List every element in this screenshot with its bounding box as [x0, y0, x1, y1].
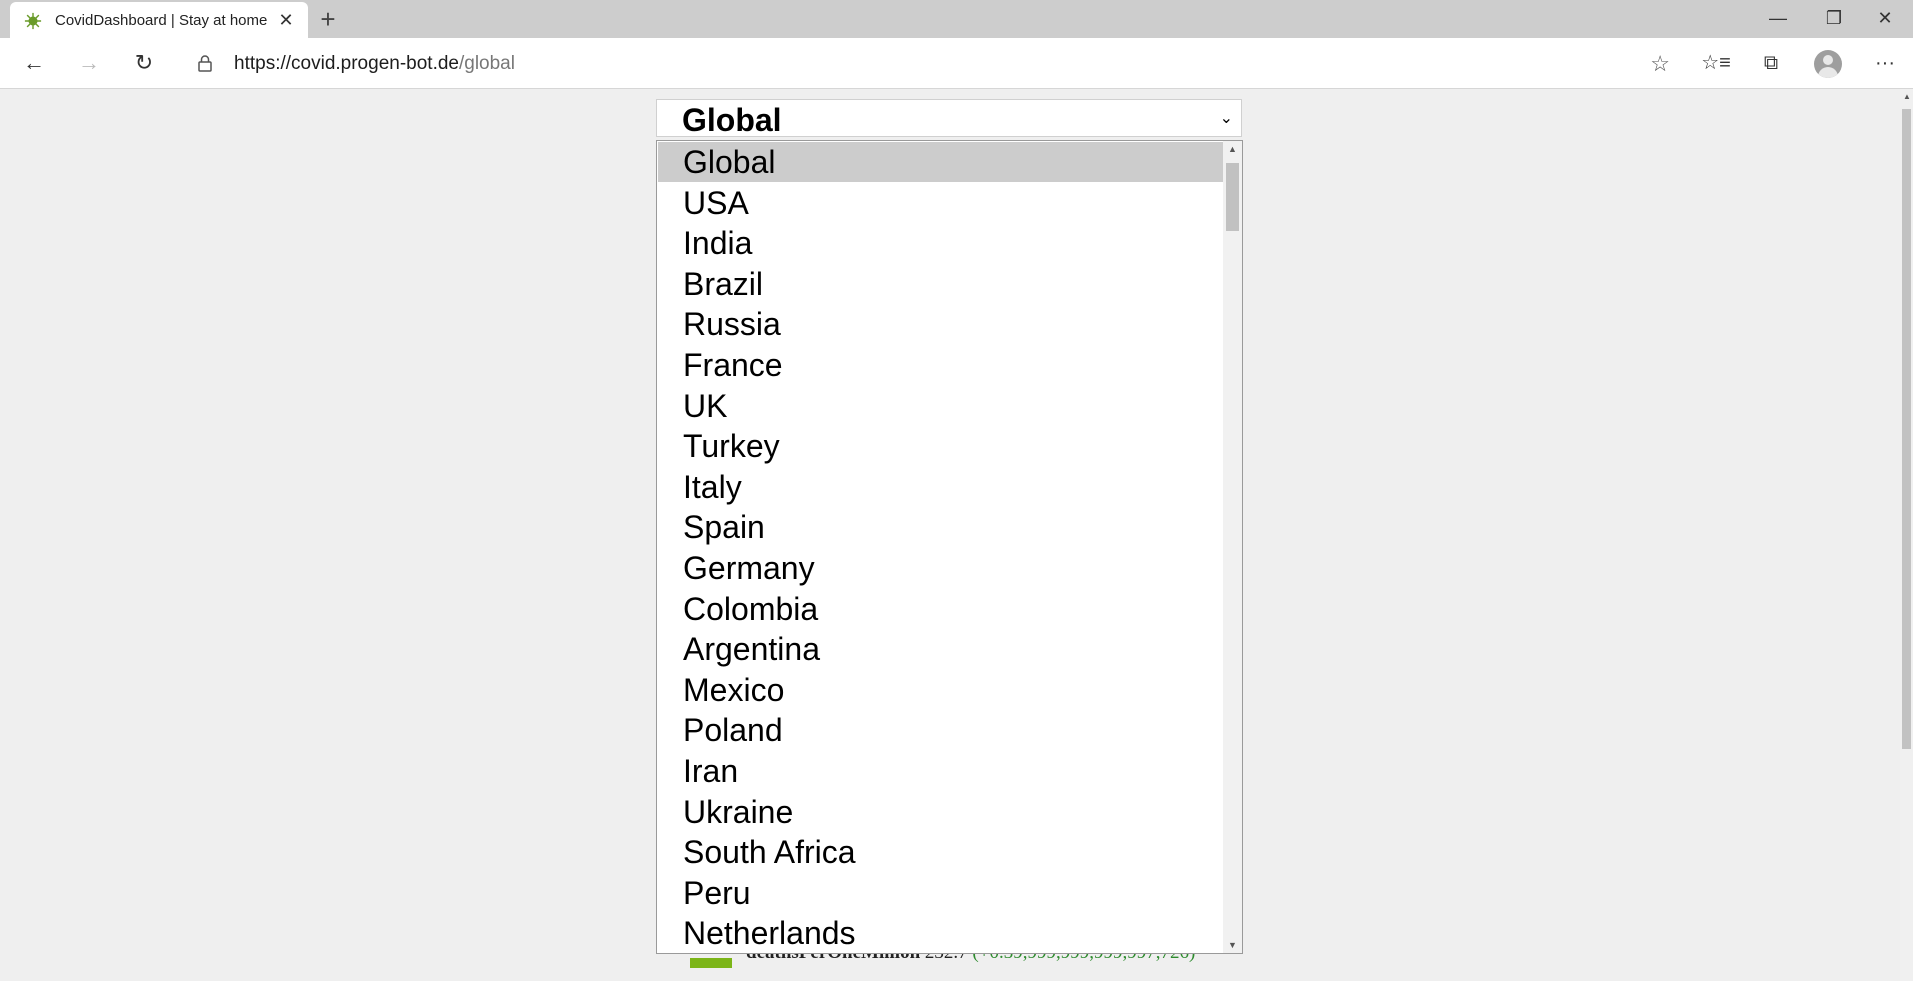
profile-icon[interactable] — [1814, 50, 1842, 78]
star-icon[interactable]: ☆ — [1650, 51, 1670, 77]
country-option[interactable]: Netherlands — [658, 913, 1223, 953]
more-icon[interactable]: ··· — [1870, 48, 1900, 78]
refresh-icon[interactable]: ↻ — [128, 47, 160, 79]
address-bar[interactable]: https://covid.progen-bot.de/global ☆ — [180, 45, 1680, 81]
minimize-icon[interactable]: — — [1750, 0, 1806, 38]
scroll-down-icon[interactable]: ▼ — [1228, 940, 1237, 950]
url-path: /global — [458, 53, 515, 74]
country-option[interactable]: Peru — [658, 873, 1223, 913]
country-option[interactable]: Global — [658, 142, 1223, 182]
country-option[interactable]: Poland — [658, 710, 1223, 750]
collections-icon[interactable]: ⧉ — [1756, 48, 1786, 78]
country-option[interactable]: Spain — [658, 507, 1223, 547]
stat-icon — [690, 958, 732, 968]
country-select[interactable]: Global ⌄ — [656, 99, 1242, 138]
country-option[interactable]: UK — [658, 386, 1223, 426]
country-option[interactable]: Italy — [658, 467, 1223, 507]
country-option[interactable]: USA — [658, 183, 1223, 223]
url-text: https://covid.progen-bot.de/global — [234, 53, 515, 75]
window-close-icon[interactable]: ✕ — [1857, 0, 1913, 38]
country-dropdown-list[interactable]: Global USA India Brazil Russia France UK Turkey… — [656, 140, 1243, 954]
back-arrow-icon[interactable]: ← — [18, 47, 50, 79]
country-option[interactable]: Colombia — [658, 589, 1223, 629]
dropdown-scroll-thumb[interactable] — [1226, 163, 1239, 231]
browser-tab[interactable]: CovidDashboard | Stay at home ✕ — [10, 2, 308, 38]
plus-icon[interactable]: + — [314, 6, 342, 34]
virus-favicon-icon — [24, 12, 42, 30]
country-option[interactable]: Argentina — [658, 629, 1223, 669]
scroll-up-icon[interactable]: ▲ — [1903, 92, 1911, 101]
url-host: https://covid.progen-bot.de — [234, 53, 459, 74]
page-scroll-thumb[interactable] — [1902, 109, 1911, 749]
browser-toolbar: ← → ↻ https://covid.progen-bot.de/global… — [0, 38, 1913, 89]
restore-icon[interactable]: ❐ — [1806, 0, 1862, 38]
forward-arrow-icon[interactable]: → — [73, 47, 105, 79]
country-option[interactable]: France — [658, 345, 1223, 385]
browser-tab-bar: CovidDashboard | Stay at home ✕ + — ❐ ✕ — [0, 0, 1913, 38]
country-option[interactable]: Turkey — [658, 426, 1223, 466]
chevron-down-icon[interactable]: ⌄ — [1220, 108, 1233, 128]
scroll-up-icon[interactable]: ▲ — [1228, 144, 1237, 154]
country-option[interactable]: Russia — [658, 304, 1223, 344]
country-option[interactable]: Mexico — [658, 670, 1223, 710]
country-option[interactable]: India — [658, 223, 1223, 263]
country-option[interactable]: Ukraine — [658, 792, 1223, 832]
favorites-list-icon[interactable]: ☆≡ — [1701, 48, 1731, 78]
page-scrollbar[interactable]: ▲ — [1900, 89, 1913, 981]
lock-icon — [198, 55, 212, 72]
tab-title: CovidDashboard | Stay at home — [55, 12, 268, 29]
country-option[interactable]: Brazil — [658, 264, 1223, 304]
dropdown-scrollbar[interactable]: ▲ ▼ — [1223, 141, 1242, 953]
country-option[interactable]: South Africa — [658, 832, 1223, 872]
country-option[interactable]: Iran — [658, 751, 1223, 791]
country-option[interactable]: Germany — [658, 548, 1223, 588]
close-icon[interactable]: ✕ — [276, 10, 296, 30]
country-select-value: Global — [682, 102, 782, 138]
